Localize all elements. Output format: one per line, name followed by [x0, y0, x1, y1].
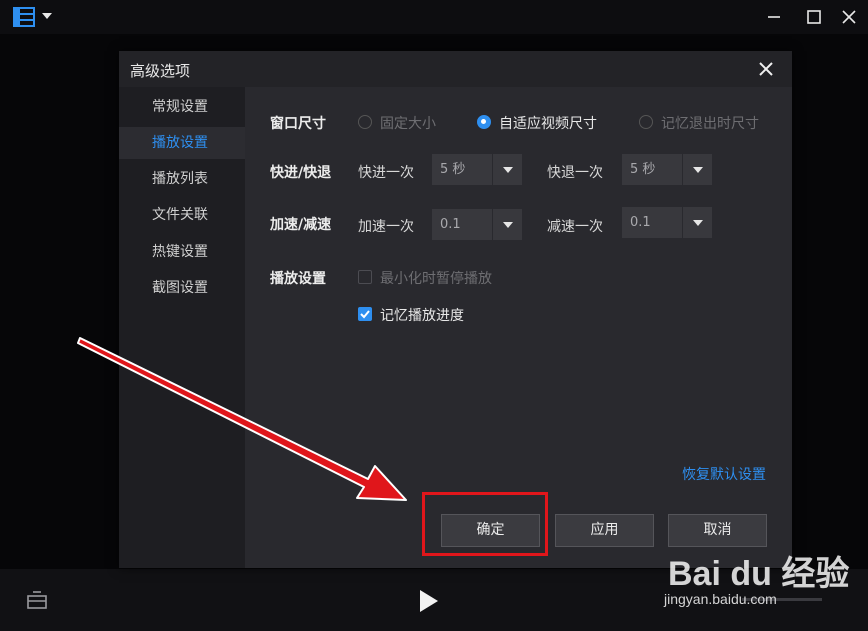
- remember-progress-label[interactable]: 记忆播放进度: [380, 305, 464, 325]
- play-icon[interactable]: [415, 588, 441, 614]
- app-menu-caret-icon[interactable]: [42, 13, 52, 19]
- annotation-highlight-box: [422, 492, 548, 556]
- pause-on-minimize-checkbox[interactable]: [358, 270, 372, 284]
- window-size-label: 窗口尺寸: [270, 116, 326, 132]
- chevron-down-icon[interactable]: [683, 207, 712, 238]
- radio-fixed-size[interactable]: [358, 115, 372, 129]
- radio-fixed-size-label[interactable]: 固定大小: [380, 113, 436, 133]
- restore-defaults-link[interactable]: 恢复默认设置: [682, 464, 766, 484]
- settings-sidebar: 常规设置 播放设置 播放列表 文件关联 热键设置 截图设置: [119, 87, 245, 568]
- sidebar-item-playback[interactable]: 播放设置: [119, 127, 245, 159]
- minimize-icon[interactable]: [763, 6, 785, 28]
- radio-remember-size-label[interactable]: 记忆退出时尺寸: [661, 113, 759, 133]
- chevron-down-icon[interactable]: [683, 154, 712, 185]
- dialog-title: 高级选项: [130, 62, 191, 80]
- speed-down-label: 减速一次: [547, 219, 603, 235]
- speed-down-value[interactable]: 0.1: [622, 207, 682, 238]
- app-titlebar: [0, 0, 868, 34]
- radio-adaptive-size[interactable]: [477, 115, 491, 129]
- sidebar-item-hotkeys[interactable]: 热键设置: [119, 236, 245, 268]
- backward-step-label: 快退一次: [547, 165, 603, 181]
- dialog-header: 高级选项: [119, 51, 792, 87]
- radio-remember-size[interactable]: [639, 115, 653, 129]
- speed-down-dropdown[interactable]: 0.1: [622, 207, 712, 238]
- app-logo-icon[interactable]: [13, 7, 35, 27]
- chevron-down-icon[interactable]: [493, 154, 522, 185]
- sidebar-item-general[interactable]: 常规设置: [119, 91, 245, 123]
- window-close-icon[interactable]: [838, 6, 860, 28]
- backward-step-dropdown[interactable]: 5 秒: [622, 154, 712, 185]
- forward-step-dropdown[interactable]: 5 秒: [432, 154, 522, 185]
- sidebar-item-playlist[interactable]: 播放列表: [119, 163, 245, 195]
- watermark-url: jingyan.baidu.com: [664, 591, 777, 607]
- seek-label: 快进/快退: [270, 165, 332, 181]
- sidebar-item-screenshot[interactable]: 截图设置: [119, 272, 245, 304]
- backward-step-value[interactable]: 5 秒: [622, 154, 682, 185]
- pause-on-minimize-label[interactable]: 最小化时暂停播放: [380, 268, 492, 288]
- dialog-close-icon[interactable]: [757, 60, 775, 78]
- speed-label: 加速/减速: [270, 217, 332, 233]
- maximize-icon[interactable]: [803, 6, 825, 28]
- radio-adaptive-size-label[interactable]: 自适应视频尺寸: [499, 113, 597, 133]
- chevron-down-icon[interactable]: [493, 209, 522, 240]
- watermark-brand: Bai du 经验: [668, 555, 850, 593]
- speed-up-label: 加速一次: [358, 219, 414, 235]
- playback-settings-label: 播放设置: [270, 271, 326, 287]
- apply-button[interactable]: 应用: [555, 514, 654, 547]
- baidu-jingyan-watermark: Bai du 经验 jingyan.baidu.com: [656, 536, 856, 616]
- forward-step-label: 快进一次: [358, 165, 414, 181]
- sidebar-item-file-association[interactable]: 文件关联: [119, 199, 245, 231]
- playlist-icon[interactable]: [26, 590, 48, 610]
- speed-up-dropdown[interactable]: 0.1: [432, 209, 522, 240]
- speed-up-value[interactable]: 0.1: [432, 209, 492, 240]
- advanced-options-dialog: 高级选项 常规设置 播放设置 播放列表 文件关联 热键设置 截图设置 窗口尺寸 …: [119, 51, 792, 568]
- remember-progress-checkbox[interactable]: [358, 307, 372, 321]
- forward-step-value[interactable]: 5 秒: [432, 154, 492, 185]
